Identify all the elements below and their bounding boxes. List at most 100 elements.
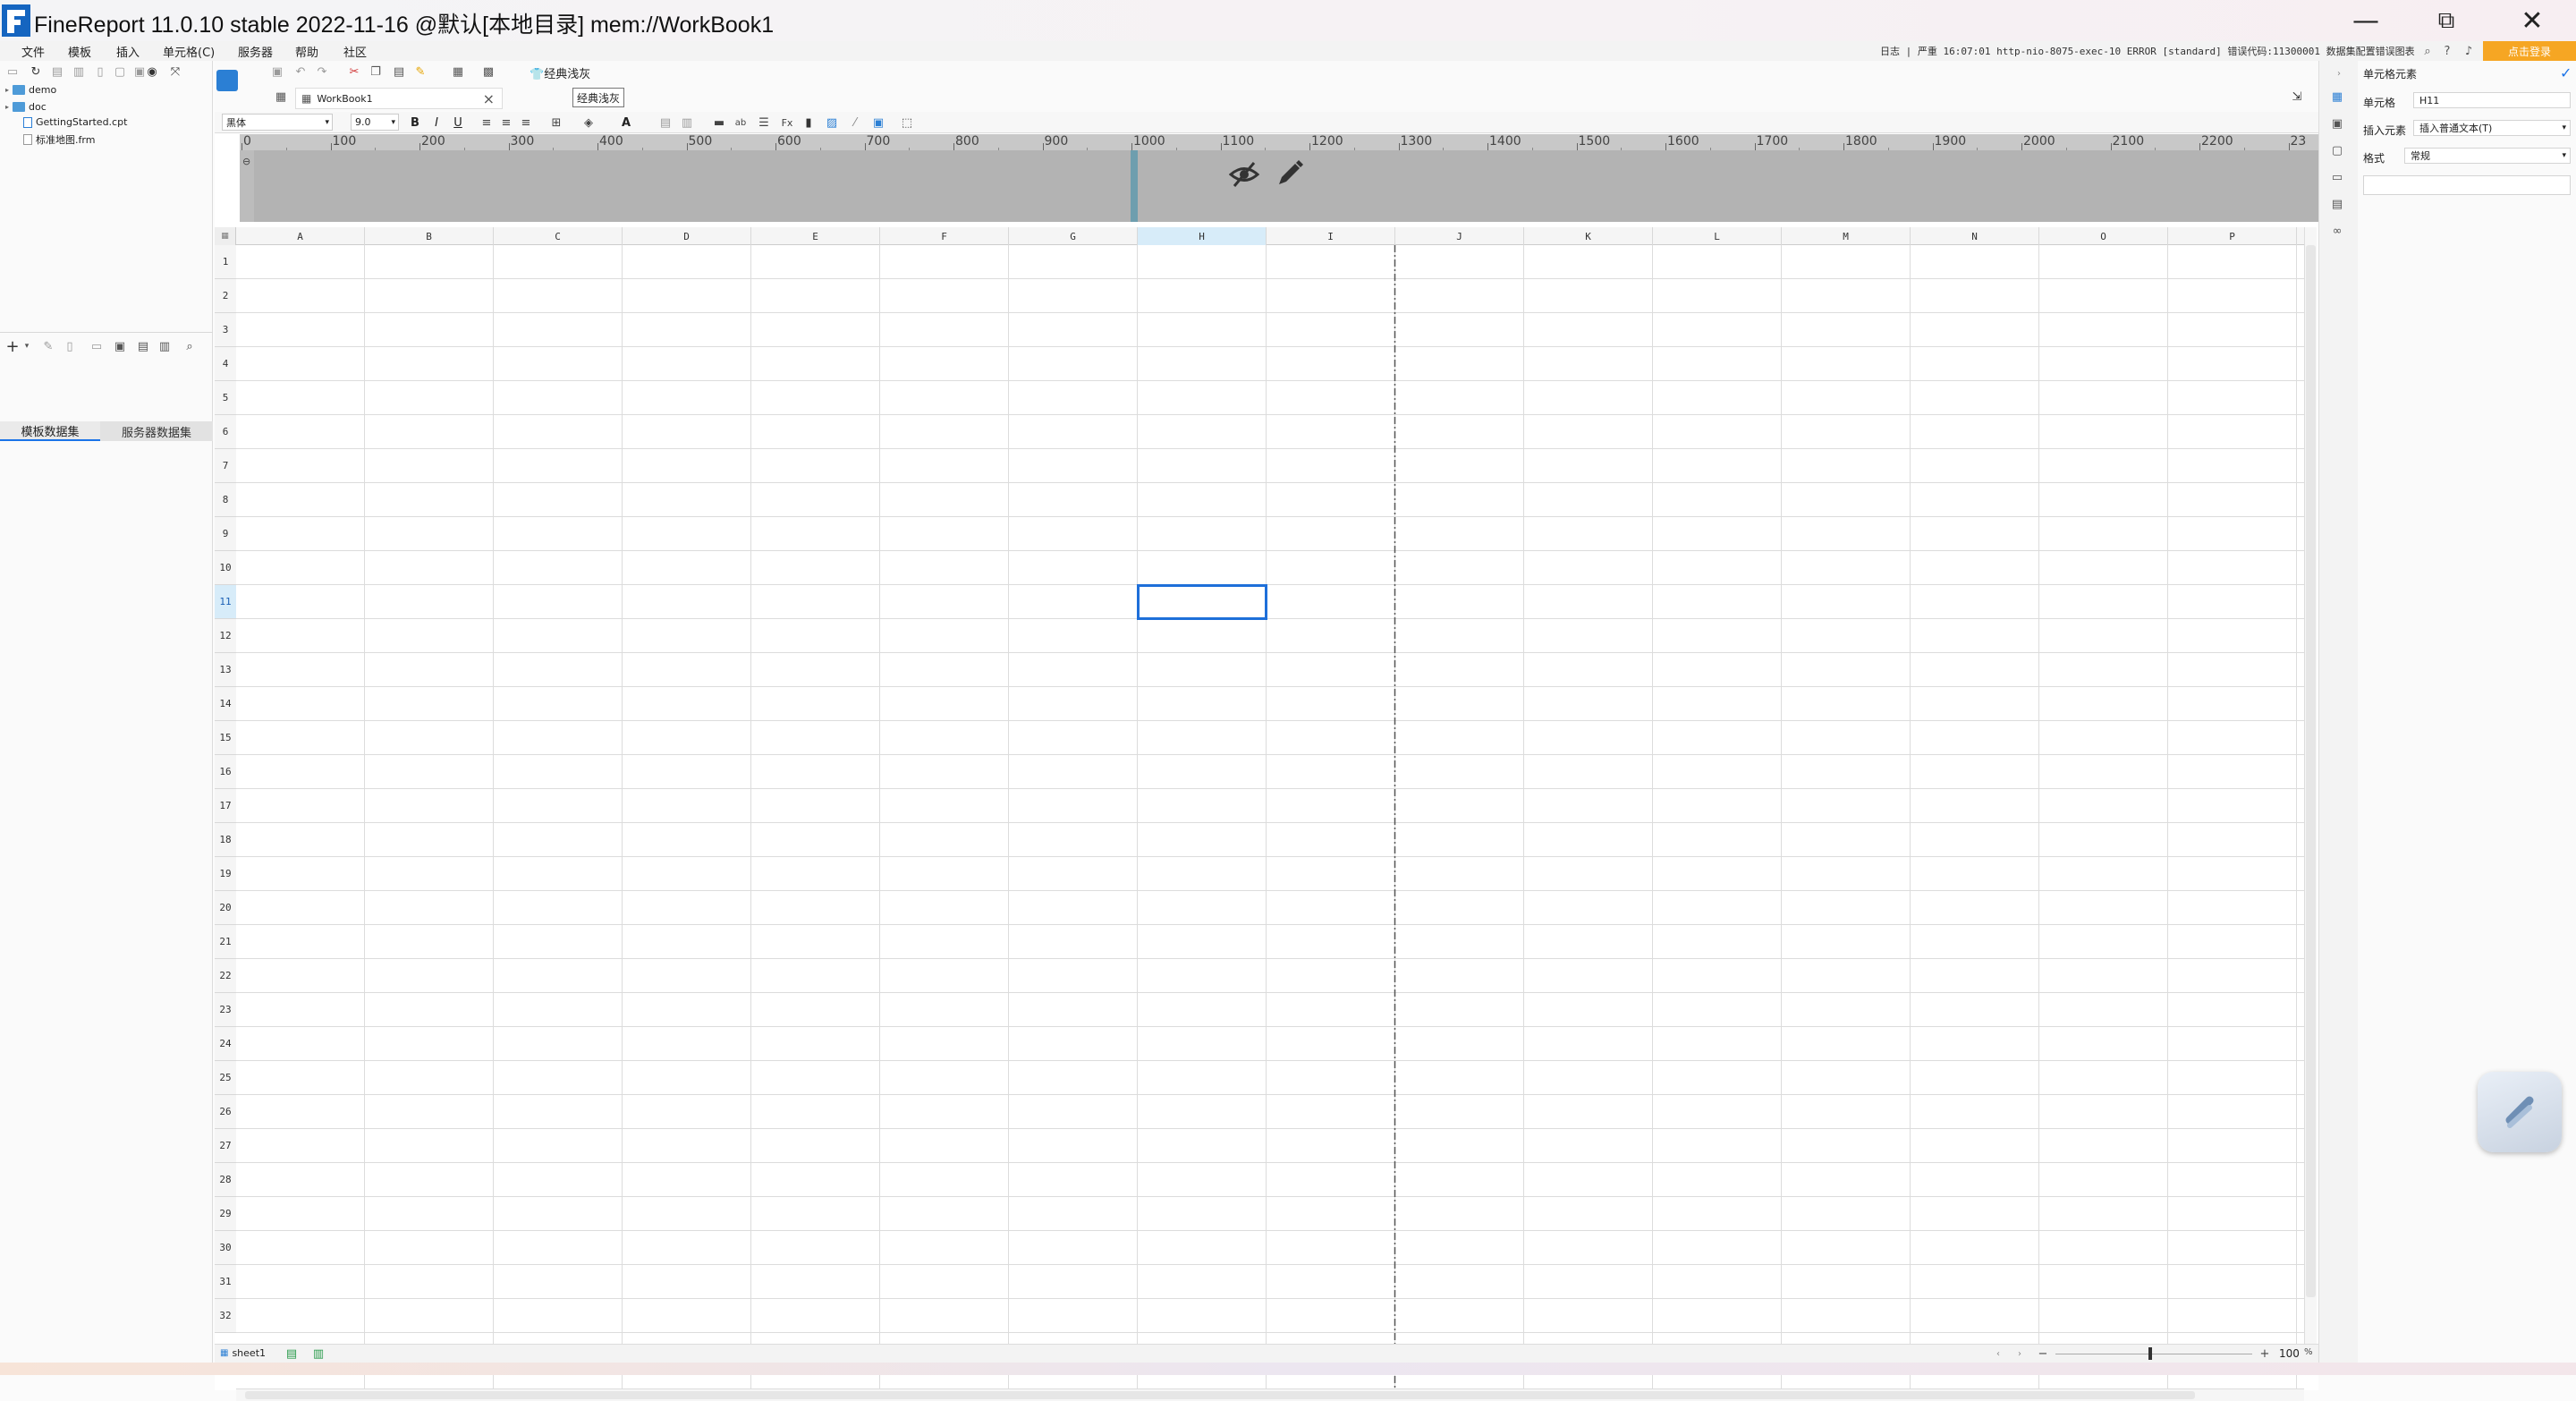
menu-help[interactable]: 帮助	[295, 43, 318, 60]
prev-sheet-icon[interactable]: ‹	[1991, 1346, 2005, 1361]
align-center-icon[interactable]: ≡	[499, 115, 513, 130]
bell-icon[interactable]: ♪	[2462, 44, 2476, 58]
menu-cell[interactable]: 单元格(C)	[163, 43, 215, 60]
row-header-23[interactable]: 23	[215, 993, 236, 1027]
format-select[interactable]: 常规 ▾	[2404, 148, 2571, 164]
row-header-2[interactable]: 2	[215, 279, 236, 313]
menu-server[interactable]: 服务器	[238, 43, 273, 60]
cell-attr-tab-icon[interactable]: ▣	[2330, 116, 2344, 131]
chart-icon[interactable]: ▮	[801, 115, 816, 130]
row-header-20[interactable]: 20	[215, 891, 236, 925]
image-icon[interactable]: ▨	[825, 115, 839, 130]
column-header-l[interactable]: L	[1653, 227, 1782, 245]
insert-element-select[interactable]: 插入普通文本(T) ▾	[2413, 120, 2571, 136]
minimize-button[interactable]: —	[2326, 0, 2406, 41]
row-header-21[interactable]: 21	[215, 925, 236, 959]
underline-icon[interactable]: U	[451, 115, 465, 130]
column-header-d[interactable]: D	[623, 227, 751, 245]
cell-element-tab-icon[interactable]: ▦	[2330, 89, 2344, 104]
column-header-j[interactable]: J	[1395, 227, 1524, 245]
row-header-18[interactable]: 18	[215, 823, 236, 857]
row-header-28[interactable]: 28	[215, 1163, 236, 1197]
column-header-f[interactable]: F	[880, 227, 1009, 245]
font-size-select[interactable]: 9.0 ▾	[351, 114, 399, 131]
row-header-19[interactable]: 19	[215, 857, 236, 891]
preview-dataset-icon[interactable]: ▭	[89, 339, 104, 353]
row-header-30[interactable]: 30	[215, 1231, 236, 1265]
condition-tab-icon[interactable]: ▤	[2330, 197, 2344, 211]
row-header-4[interactable]: 4	[215, 347, 236, 381]
locate-icon[interactable]: ◉	[145, 64, 159, 79]
float-element-icon[interactable]: ⬚	[900, 115, 914, 130]
dataset-paste-icon[interactable]: ▥	[157, 339, 172, 353]
row-header-24[interactable]: 24	[215, 1027, 236, 1061]
align-right-icon[interactable]: ≡	[519, 115, 533, 130]
hyperlink-tab-icon[interactable]: ∞	[2330, 224, 2344, 238]
row-header-14[interactable]: 14	[215, 687, 236, 721]
close-window-button[interactable]: ✕	[2492, 0, 2572, 41]
style-tab-icon[interactable]: ▢	[2330, 143, 2344, 157]
column-header-g[interactable]: G	[1009, 227, 1138, 245]
row-header-8[interactable]: 8	[215, 483, 236, 517]
column-header-o[interactable]: O	[2039, 227, 2168, 245]
vertical-scrollbar[interactable]	[2304, 227, 2317, 1351]
collapse-panel-icon[interactable]: ›	[2332, 66, 2346, 81]
slash-icon[interactable]: ⁄	[848, 115, 862, 130]
hide-pane-icon[interactable]	[1229, 161, 1259, 188]
template-web-attr-icon[interactable]: ▦	[451, 64, 465, 79]
new-folder-icon[interactable]: ▭	[5, 64, 20, 79]
expand-arrow-icon[interactable]: ▸	[5, 86, 9, 94]
remove-dataset-icon[interactable]: ▯	[63, 339, 77, 353]
zoom-in-icon[interactable]: +	[2258, 1346, 2272, 1361]
column-header-k[interactable]: K	[1524, 227, 1653, 245]
menu-file[interactable]: 文件	[21, 43, 45, 60]
row-header-3[interactable]: 3	[215, 313, 236, 347]
column-header-n[interactable]: N	[1911, 227, 2039, 245]
tree-item-standard-map[interactable]: 标准地图.frm	[23, 132, 95, 147]
copy-cell-icon[interactable]: ❐	[369, 64, 383, 79]
close-tab-icon[interactable]: ×	[483, 90, 495, 107]
log-status-text[interactable]: 日志 | 严重 16:07:01 http-nio-8075-exec-10 E…	[1880, 44, 2415, 58]
tab-workbook1[interactable]: ▦ WorkBook1 ×	[295, 88, 503, 109]
cell-name-field[interactable]: H11	[2413, 92, 2571, 108]
font-family-select[interactable]: 黑体 ▾	[222, 114, 333, 131]
row-header-26[interactable]: 26	[215, 1095, 236, 1129]
row-header-7[interactable]: 7	[215, 449, 236, 483]
row-header-9[interactable]: 9	[215, 517, 236, 551]
edit-dataset-icon[interactable]: ✎	[41, 339, 55, 353]
select-all-corner[interactable]: ▦	[215, 227, 236, 245]
tab-template-dataset[interactable]: 模板数据集	[0, 421, 100, 441]
selected-cell[interactable]	[1137, 584, 1267, 620]
row-header-27[interactable]: 27	[215, 1129, 236, 1163]
tab-server-dataset[interactable]: 服务器数据集	[100, 421, 213, 441]
column-header-e[interactable]: E	[751, 227, 880, 245]
chevron-down-icon[interactable]: ▾	[20, 339, 34, 353]
row-header-31[interactable]: 31	[215, 1265, 236, 1299]
row-header-1[interactable]: 1	[215, 245, 236, 279]
delete-icon[interactable]: ▯	[93, 64, 107, 79]
spreadsheet-grid[interactable]: ▦ ABCDEFGHIJKLMNOP 1 2 3 4 5 6 7 8 9 10 11 12 13 14 15…	[215, 227, 2318, 1401]
expand-arrow-icon[interactable]: ▸	[5, 103, 9, 111]
column-header-c[interactable]: C	[494, 227, 623, 245]
add-poly-sheet-icon[interactable]: ▥	[311, 1346, 326, 1361]
row-header-29[interactable]: 29	[215, 1197, 236, 1231]
bold-icon[interactable]: B	[408, 115, 422, 130]
search-dataset-icon[interactable]: ⌕	[182, 339, 197, 353]
paste-icon[interactable]: ▤	[392, 64, 406, 79]
toolbar-expand-icon[interactable]: ⇲	[2290, 89, 2304, 104]
redo-icon[interactable]: ↷	[315, 64, 329, 79]
pane-collapse-icon[interactable]: ⊖	[242, 156, 250, 167]
undo-icon[interactable]: ↶	[293, 64, 308, 79]
row-header-17[interactable]: 17	[215, 789, 236, 823]
maximize-button[interactable]: ⧉	[2406, 0, 2487, 41]
classic-gray-style-button[interactable]: 👕经典浅灰	[530, 64, 590, 81]
column-header-i[interactable]: I	[1267, 227, 1395, 245]
tree-item-demo[interactable]: ▸ demo	[5, 84, 56, 96]
dataset-copy-icon[interactable]: ▤	[136, 339, 150, 353]
add-sheet-icon[interactable]: ▤	[284, 1346, 299, 1361]
menu-template[interactable]: 模板	[68, 43, 91, 60]
row-header-16[interactable]: 16	[215, 755, 236, 789]
insert-row-icon[interactable]: ▬	[712, 115, 726, 130]
column-header-h[interactable]: H	[1138, 227, 1267, 245]
collapse-icon[interactable]: ⤧	[168, 64, 182, 79]
